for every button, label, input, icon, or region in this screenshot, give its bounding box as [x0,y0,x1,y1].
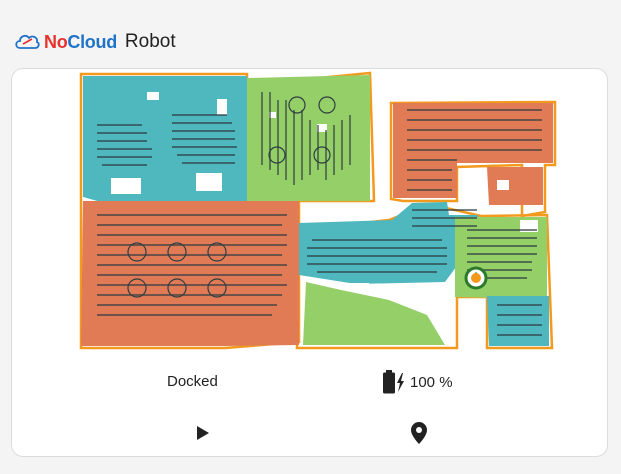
action-bar [12,419,607,447]
play-icon [197,426,209,440]
battery-charging-icon [383,370,404,394]
status-text: Docked [167,373,218,390]
battery-text: 100 % [410,373,453,391]
status-row: Docked 100 % [12,369,607,395]
brand-logo: NoCloud [44,31,117,52]
cloud-icon [15,34,40,49]
start-button[interactable] [189,419,217,447]
robot-icon [471,273,481,283]
locate-button[interactable] [405,419,433,447]
vacuum-card: Docked 100 % [11,68,608,457]
app-header: NoCloud Robot [14,28,176,56]
page-title: Robot [124,31,176,52]
vacuum-map[interactable] [77,70,562,355]
battery-indicator: 100 % [382,369,453,395]
map-marker-icon [411,422,427,444]
